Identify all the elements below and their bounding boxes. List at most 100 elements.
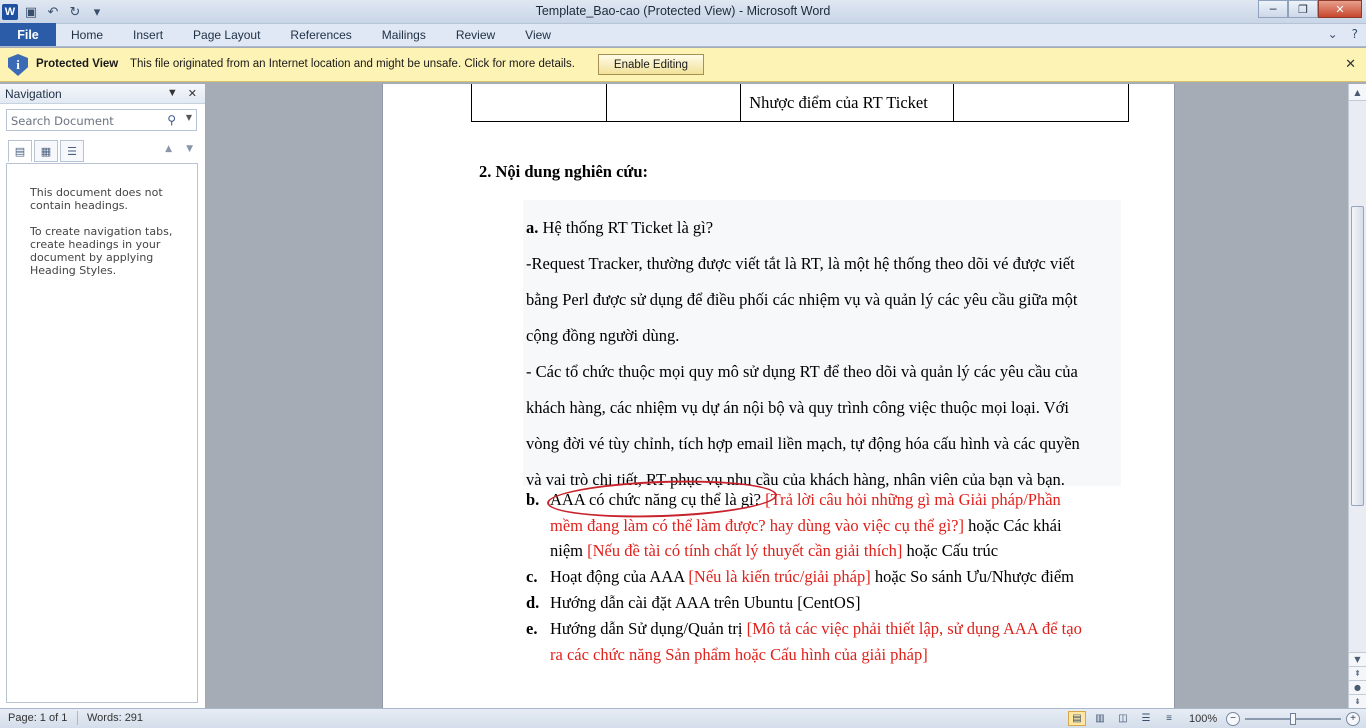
scroll-thumb[interactable] [1351,206,1364,506]
status-bar: Page: 1 of 1 Words: 291 ▤ ▥ ◫ ☰ ≡ 100% −… [0,708,1366,728]
navigation-body: This document does not contain headings.… [6,163,198,703]
paragraph-line: -Request Tracker, thường được viết tắt l… [526,254,1075,274]
ribbon-expand-icon[interactable]: ⌄ [1328,27,1338,41]
window-title: Template_Bao-cao (Protected View) - Micr… [535,4,831,18]
maximize-button[interactable]: ❐ [1288,0,1318,18]
enable-editing-button[interactable]: Enable Editing [598,54,704,75]
tab-review[interactable]: Review [441,23,510,46]
list-item: d. Hướng dẫn cài đặt AAA trên Ubuntu [Cen… [526,593,861,613]
instruction-text: [Nếu đề tài có tính chất lý thuyết cần g… [587,541,903,560]
status-divider [77,711,78,725]
table-cell: Nhược điểm của RT Ticket [741,84,954,121]
no-headings-text: This document does not contain headings. [30,186,163,212]
instruction-text: [Nếu là kiến trúc/giải pháp] [688,567,871,586]
list-item-continuation: ra các chức năng Sản phẩm hoặc Cấu hình … [550,645,928,665]
table-cell [472,84,607,121]
browse-headings-icon[interactable]: ▤ [8,140,32,162]
search-dropdown-icon[interactable]: ▼ [186,113,192,122]
next-arrow-icon[interactable]: ▼ [186,144,193,154]
paragraph-line: bằng Perl được sử dụng để điều phối các … [526,290,1077,310]
protected-view-bar: i Protected View This file originated fr… [0,48,1366,82]
tab-mailings[interactable]: Mailings [367,23,441,46]
ribbon-tabs: File Home Insert Page Layout References … [0,23,1366,47]
list-label: a. [526,218,539,237]
list-item-continuation: niệm [Nếu đề tài có tính chất lý thuyết … [550,541,998,561]
item-text: Hướng dẫn cài đặt AAA trên Ubuntu [CentO… [550,593,861,612]
item-text: hoặc Các khái [963,516,1062,535]
paragraph-text: Hệ thống RT Ticket là gì? [538,218,714,237]
full-screen-reading-icon[interactable]: ▥ [1091,711,1109,726]
tab-file[interactable]: File [0,23,56,46]
title-bar: W ▣ ↶ ↻ ▾ Template_Bao-cao (Protected Vi… [0,0,1366,24]
zoom-level[interactable]: 100% [1189,713,1221,725]
list-label: b. [526,490,540,509]
protected-view-message[interactable]: This file originated from an Internet lo… [130,58,575,70]
page-count[interactable]: Page: 1 of 1 [8,712,67,724]
item-text: niệm [550,541,588,560]
print-layout-icon[interactable]: ▤ [1068,711,1086,726]
ribbon-right-controls: ⌄ ? [1328,27,1358,41]
scroll-up-icon[interactable]: ▲ [1349,84,1366,101]
navigation-view-tabs: ▤ ▦ ☰ [8,140,84,162]
paragraph-text: - Các tổ chức thuộc mọi quy mô sử dụng R… [526,362,1078,381]
list-item: e. Hướng dẫn Sử dụng/Quản trị [Mô tả các … [526,619,1082,639]
tab-insert[interactable]: Insert [118,23,178,46]
close-button[interactable]: ✕ [1318,0,1362,18]
item-text: hoặc Cấu trúc [902,541,999,560]
window-controls: ─ ❐ ✕ [1258,0,1362,18]
pane-close-icon[interactable]: ✕ [188,87,197,100]
tab-view[interactable]: View [510,23,566,46]
previous-arrow-icon[interactable]: ▲ [165,144,172,154]
paragraph-line: a. Hệ thống RT Ticket là gì? [526,218,713,238]
browse-pages-icon[interactable]: ▦ [34,140,58,162]
search-document-input[interactable]: Search Document ⚲ ▼ [6,109,197,131]
paragraph-line: vòng đời vé tùy chỉnh, tích hợp email li… [526,434,1080,454]
minimize-button[interactable]: ─ [1258,0,1288,18]
headings-help-text: To create navigation tabs, create headin… [30,225,173,277]
pane-options-icon[interactable]: ▼ [167,87,178,100]
item-text: hoặc So sánh Ưu/Nhược điểm [870,567,1074,586]
tab-references[interactable]: References [275,23,366,46]
scroll-down-icon[interactable]: ▼ [1349,652,1366,666]
tab-page-layout[interactable]: Page Layout [178,23,275,46]
outline-icon[interactable]: ☰ [1137,711,1155,726]
instruction-text: [Trả lời câu hỏi những gì mà Giải pháp/P… [761,490,1061,509]
browse-results-icon[interactable]: ☰ [60,140,84,162]
vertical-scrollbar[interactable]: ▲ ▼ ⇞ ● ⇟ [1348,84,1366,708]
select-browse-object-icon[interactable]: ● [1349,680,1366,694]
section-heading: 2. Nội dung nghiên cứu: [479,162,648,181]
document-area[interactable]: Nhược điểm của RT Ticket 2. Nội dung ngh… [207,84,1348,708]
zoom-out-icon[interactable]: − [1226,711,1240,726]
status-right: ▤ ▥ ◫ ☰ ≡ 100% − + [1068,711,1360,726]
zoom-knob[interactable] [1290,712,1296,725]
zoom-in-icon[interactable]: + [1346,711,1360,726]
table-cell [954,84,1128,121]
paragraph-text: bằng Perl được sử dụng để điều phối các … [526,290,1078,309]
list-label: e. [526,619,538,638]
tab-home[interactable]: Home [56,23,118,46]
web-layout-icon[interactable]: ◫ [1114,711,1132,726]
help-icon[interactable]: ? [1352,27,1358,41]
search-placeholder: Search Document [11,114,114,128]
word-count[interactable]: Words: 291 [87,712,143,724]
paragraph-line: cộng đồng người dùng. [526,326,679,346]
shield-info-icon: i [8,54,28,76]
list-item: c. Hoạt động của AAA [Nếu là kiến trúc/gi… [526,567,1074,587]
table-cell [607,84,742,121]
navigation-pane: Navigation ▼ ✕ Search Document ⚲ ▼ ▤ ▦ ☰… [0,84,206,708]
document-page[interactable]: Nhược điểm của RT Ticket 2. Nội dung ngh… [382,84,1175,708]
paragraph-line: khách hàng, các nhiệm vụ dự án nội bộ và… [526,398,1069,418]
paragraph-text: khách hàng, các nhiệm vụ dự án nội bộ và… [526,398,1069,417]
paragraph-text: vòng đời vé tùy chỉnh, tích hợp email li… [526,434,1080,453]
instruction-text: [Mô tả các việc phải thiết lập, sử dụng … [746,619,1082,638]
item-text: Hoạt động của AAA [550,567,689,586]
previous-page-icon[interactable]: ⇞ [1349,666,1366,680]
close-bar-icon[interactable]: ✕ [1345,57,1356,72]
navigation-header: Navigation ▼ ✕ [0,84,205,104]
zoom-slider[interactable] [1245,712,1341,726]
next-page-icon[interactable]: ⇟ [1349,694,1366,708]
item-text: Hướng dẫn Sử dụng/Quản trị [550,619,747,638]
paragraph-text: -Request Tracker, thường được viết tắt l… [526,254,1075,273]
search-icon[interactable]: ⚲ [167,113,176,127]
draft-icon[interactable]: ≡ [1160,711,1178,726]
